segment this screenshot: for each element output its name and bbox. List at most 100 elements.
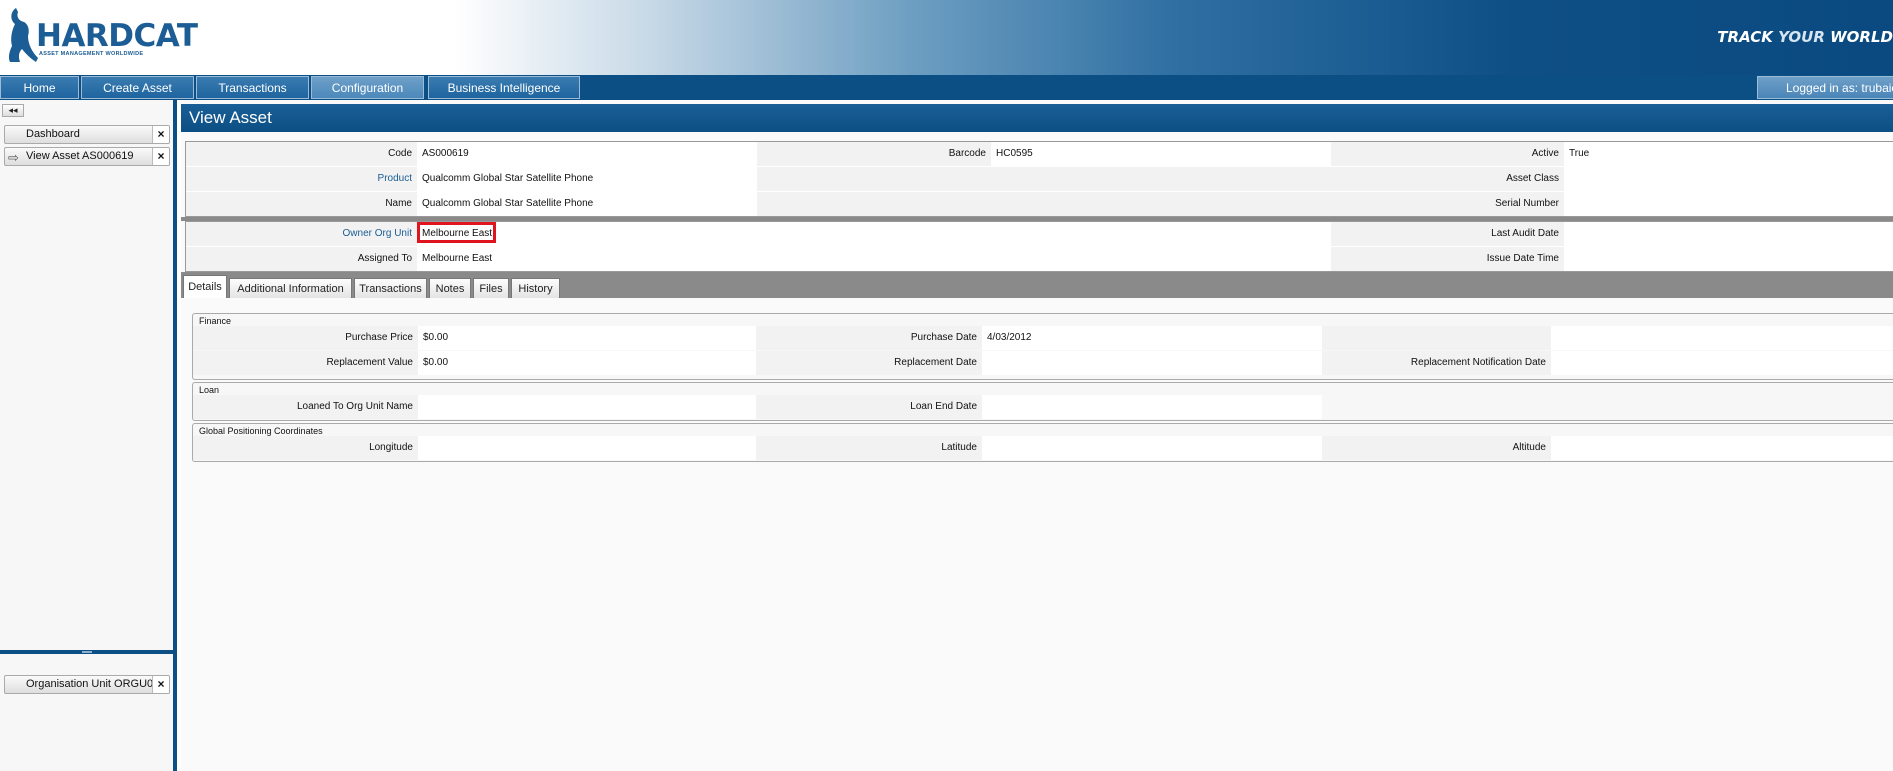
slogan-part: WORLD xyxy=(1824,28,1893,46)
splitter-grip-icon xyxy=(82,651,92,653)
issue-date-time-value xyxy=(1564,247,1893,271)
latitude-label: Latitude xyxy=(756,436,982,460)
empty-cell xyxy=(1322,326,1551,350)
nav-business-intelligence[interactable]: Business Intelligence xyxy=(428,76,580,99)
assigned-to-label: Assigned To xyxy=(186,247,417,271)
active-value: True xyxy=(1564,142,1893,166)
main-nav: Home Create Asset Transactions Configura… xyxy=(0,75,1893,100)
finance-row: Purchase Price $0.00 Purchase Date 4/03/… xyxy=(193,326,1893,350)
empty-cell xyxy=(757,192,991,216)
logged-in-user: Logged in as: trubaie xyxy=(1757,76,1893,99)
sidebar-tab-label: Dashboard xyxy=(26,128,80,140)
asset-class-label: Asset Class xyxy=(1331,167,1564,191)
finance-row: Replacement Value $0.00 Replacement Date… xyxy=(193,351,1893,375)
replacement-value-label: Replacement Value xyxy=(193,351,418,375)
name-label: Name xyxy=(186,192,417,216)
empty-cell xyxy=(757,247,991,271)
tab-files[interactable]: Files xyxy=(473,278,509,298)
active-label: Active xyxy=(1331,142,1564,166)
loan-end-date-value xyxy=(982,395,1322,419)
barcode-value: HC0595 xyxy=(991,142,1331,166)
sidebar-tab-view-asset[interactable]: ⇨ View Asset AS000619 × xyxy=(4,147,170,166)
purchase-price-label: Purchase Price xyxy=(193,326,418,350)
group-title: Global Positioning Coordinates xyxy=(199,426,323,436)
header: HARDCAT ASSET MANAGEMENT WORLDWIDE TRACK… xyxy=(0,0,1893,75)
last-audit-date-value xyxy=(1564,222,1893,246)
owner-org-unit-link[interactable]: Owner Org Unit xyxy=(186,222,417,246)
collapse-panel-button[interactable]: ◂◂ xyxy=(2,104,24,117)
slogan-accent: YOUR xyxy=(1778,28,1825,46)
loan-end-date-label: Loan End Date xyxy=(756,395,982,419)
slogan: TRACK YOUR WORLD xyxy=(1717,28,1893,46)
finance-group: Finance Purchase Price $0.00 Purchase Da… xyxy=(192,313,1893,380)
current-arrow-icon: ⇨ xyxy=(8,150,19,165)
last-audit-date-label: Last Audit Date xyxy=(1331,222,1564,246)
tab-history[interactable]: History xyxy=(511,278,560,298)
empty-cell xyxy=(991,247,1331,271)
brand-subtitle: ASSET MANAGEMENT WORLDWIDE xyxy=(39,51,144,57)
barcode-label: Barcode xyxy=(757,142,991,166)
replacement-date-label: Replacement Date xyxy=(756,351,982,375)
sidebar-tab-organisation-unit[interactable]: Organisation Unit ORGU00223 × xyxy=(4,675,170,694)
asset-row: Name Qualcomm Global Star Satellite Phon… xyxy=(186,192,1893,216)
asset-row: Product Qualcomm Global Star Satellite P… xyxy=(186,167,1893,191)
tab-transactions[interactable]: Transactions xyxy=(354,278,427,298)
gps-group: Global Positioning Coordinates Longitude… xyxy=(192,423,1893,462)
cat-icon xyxy=(8,8,38,62)
asset-class-value xyxy=(1564,167,1893,191)
code-label: Code xyxy=(186,142,417,166)
main-content: View Asset Code AS000619 Barcode HC0595 … xyxy=(181,100,1893,771)
name-value: Qualcomm Global Star Satellite Phone xyxy=(417,192,757,216)
open-tabs-list: Dashboard × ⇨ View Asset AS000619 × xyxy=(4,125,170,169)
panel-splitter[interactable] xyxy=(0,650,173,654)
longitude-label: Longitude xyxy=(193,436,418,460)
purchase-price-value: $0.00 xyxy=(418,326,756,350)
altitude-value xyxy=(1551,436,1893,460)
purchase-date-value: 4/03/2012 xyxy=(982,326,1322,350)
sidebar-tab-label: Organisation Unit ORGU00223 xyxy=(26,678,170,690)
asset-summary-panel: Code AS000619 Barcode HC0595 Active True… xyxy=(185,141,1893,217)
product-link-label: Product xyxy=(377,173,412,184)
serial-number-label: Serial Number xyxy=(1331,192,1564,216)
replacement-date-value xyxy=(982,351,1322,375)
product-value: Qualcomm Global Star Satellite Phone xyxy=(417,167,757,191)
hardcat-logo[interactable]: HARDCAT ASSET MANAGEMENT WORLDWIDE xyxy=(6,6,198,68)
tab-notes[interactable]: Notes xyxy=(429,278,471,298)
nav-configuration[interactable]: Configuration xyxy=(311,76,424,99)
loan-row: Loaned To Org Unit Name Loan End Date xyxy=(193,395,1893,419)
ownership-row: Assigned To Melbourne East Issue Date Ti… xyxy=(186,247,1893,271)
loan-group: Loan Loaned To Org Unit Name Loan End Da… xyxy=(192,382,1893,421)
group-title: Loan xyxy=(199,385,220,395)
close-icon[interactable]: × xyxy=(152,148,169,165)
altitude-label: Altitude xyxy=(1322,436,1551,460)
code-value: AS000619 xyxy=(417,142,757,166)
close-icon[interactable]: × xyxy=(152,676,169,693)
empty-cell xyxy=(991,192,1331,216)
latitude-value xyxy=(982,436,1322,460)
page-title: View Asset xyxy=(181,104,1893,132)
tab-additional-information[interactable]: Additional Information xyxy=(229,278,352,298)
empty-cell xyxy=(757,167,991,191)
empty-cell xyxy=(1551,326,1893,350)
left-panel: ◂◂ Dashboard × ⇨ View Asset AS000619 × O… xyxy=(0,100,177,771)
asset-row: Code AS000619 Barcode HC0595 Active True xyxy=(186,142,1893,166)
assigned-to-value: Melbourne East xyxy=(417,247,757,271)
product-link[interactable]: Product xyxy=(186,167,417,191)
nav-create-asset[interactable]: Create Asset xyxy=(81,76,194,99)
sidebar-tab-dashboard[interactable]: Dashboard × xyxy=(4,125,170,144)
nav-transactions[interactable]: Transactions xyxy=(196,76,309,99)
replacement-notification-date-label: Replacement Notification Date xyxy=(1322,351,1551,375)
tab-details[interactable]: Details xyxy=(183,275,227,298)
empty-cell xyxy=(757,222,991,246)
nav-home[interactable]: Home xyxy=(0,76,79,99)
brand-name: HARDCAT xyxy=(36,18,198,54)
app-window: HARDCAT ASSET MANAGEMENT WORLDWIDE TRACK… xyxy=(0,0,1893,771)
empty-cell xyxy=(991,222,1331,246)
highlight-box xyxy=(417,222,496,243)
purchase-date-label: Purchase Date xyxy=(756,326,982,350)
serial-number-value xyxy=(1564,192,1893,216)
replacement-value-value: $0.00 xyxy=(418,351,756,375)
loaned-to-label: Loaned To Org Unit Name xyxy=(193,395,418,419)
close-icon[interactable]: × xyxy=(152,126,169,143)
tab-bar: Details Additional Information Transacti… xyxy=(181,272,1893,298)
